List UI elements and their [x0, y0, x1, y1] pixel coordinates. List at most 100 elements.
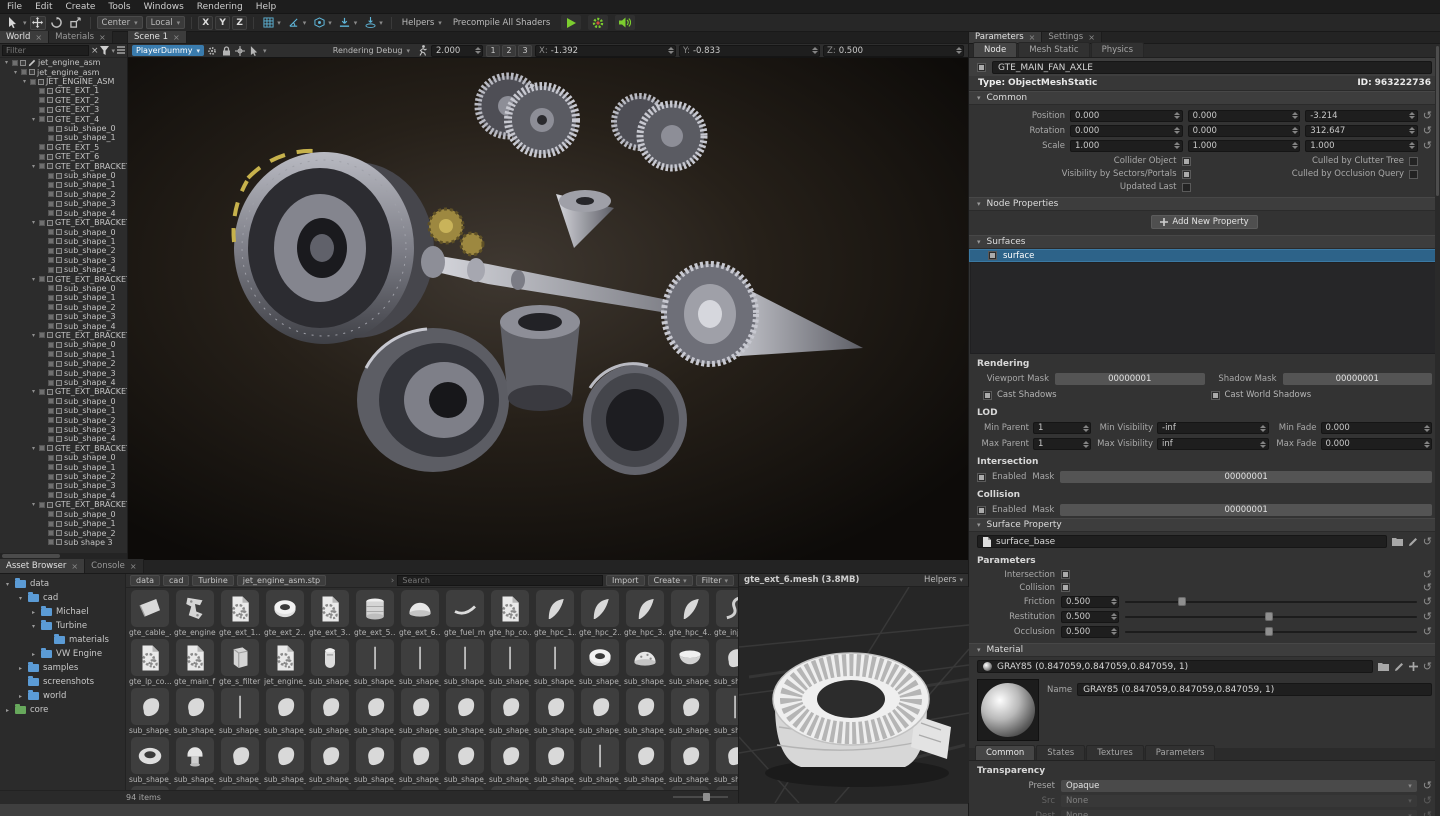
folder-item[interactable]: ▾cad: [0, 591, 125, 605]
viewport-mask-button[interactable]: 00000001: [1055, 373, 1205, 385]
section-node-properties[interactable]: ▾Node Properties: [969, 197, 1440, 211]
asset-browser-tab[interactable]: Console×: [85, 559, 143, 573]
asset-tile[interactable]: gte_injecto…: [714, 590, 738, 637]
vertex-snap-icon[interactable]: [311, 16, 327, 30]
node-enabled-icon[interactable]: [39, 163, 45, 169]
node-name-input[interactable]: GTE_MAIN_FAN_AXLE: [992, 61, 1432, 74]
tree-item[interactable]: sub_shape_3: [0, 199, 127, 208]
asset-tile[interactable]: gte_ext_1…: [219, 590, 261, 637]
node-enabled-icon[interactable]: [48, 248, 54, 254]
node-enabled-icon[interactable]: [39, 107, 45, 113]
node-enabled-icon[interactable]: [30, 79, 36, 85]
asset-thumbnail-cap-icon[interactable]: [176, 737, 214, 774]
node-enabled-icon[interactable]: [39, 97, 45, 103]
asset-tile[interactable]: sub_shape_…: [444, 737, 486, 784]
tree-item[interactable]: ▾GTE_EXT_BRACKET: [0, 161, 127, 170]
scene-tab[interactable]: Scene 1×: [128, 31, 187, 43]
asset-thumbnail-file-icon[interactable]: [221, 590, 259, 627]
material-subtab[interactable]: Textures: [1086, 745, 1144, 760]
surface-list-item[interactable]: surface: [969, 249, 1440, 262]
select-tool-button[interactable]: [4, 16, 20, 30]
slider-thumb[interactable]: [1178, 597, 1186, 606]
section-surface-property[interactable]: ▾Surface Property: [969, 518, 1440, 532]
tree-item[interactable]: sub_shape_1: [0, 462, 127, 471]
asset-thumbnail-blob-icon[interactable]: [311, 688, 349, 725]
tree-item[interactable]: ▾jet_engine_asm: [0, 67, 127, 76]
axis-toggle-button[interactable]: Y: [215, 16, 230, 30]
node-enabled-icon[interactable]: [48, 126, 54, 132]
slider-track[interactable]: [1125, 631, 1417, 633]
close-icon[interactable]: ×: [99, 33, 106, 42]
tree-item[interactable]: sub_shape_4: [0, 491, 127, 500]
asset-tile[interactable]: sub_shape_…: [669, 639, 711, 686]
transform-x-input[interactable]: 0.000: [1070, 110, 1183, 122]
transform-z-input[interactable]: 1.000: [1305, 140, 1418, 152]
viewport-canvas[interactable]: [128, 58, 968, 560]
node-enabled-icon[interactable]: [39, 154, 45, 160]
transform-y-input[interactable]: 0.000: [1188, 110, 1301, 122]
folder-expander-icon[interactable]: ▾: [17, 595, 24, 602]
grid-snap-caret[interactable]: ▾: [277, 19, 281, 27]
tree-item[interactable]: sub_shape_4: [0, 265, 127, 274]
asset-tile[interactable]: sub_shape_…: [399, 639, 441, 686]
tree-item[interactable]: GTE_EXT_1: [0, 86, 127, 95]
asset-tile[interactable]: gte_ext_6…: [399, 590, 441, 637]
tree-item[interactable]: sub_shape_0: [0, 284, 127, 293]
camera-coordinate-field[interactable]: Z:0.500: [823, 45, 964, 57]
folder-expander-icon[interactable]: ▸: [4, 707, 11, 714]
folder-expander-icon[interactable]: ▸: [17, 693, 24, 700]
node-enabled-icon[interactable]: [39, 389, 45, 395]
asset-tile[interactable]: sub_shape_…: [174, 688, 216, 735]
asset-tile[interactable]: gte_fuel_m…: [444, 590, 486, 637]
close-icon[interactable]: ×: [130, 562, 137, 571]
folder-item[interactable]: screenshots: [0, 675, 125, 689]
asset-tile[interactable]: gte_hpc_1…: [534, 590, 576, 637]
slider-thumb[interactable]: [1265, 612, 1273, 621]
slider-track[interactable]: [1125, 616, 1417, 618]
node-enabled-icon[interactable]: [48, 455, 54, 461]
asset-thumbnail-ring-icon[interactable]: [581, 639, 619, 676]
node-enabled-icon[interactable]: [48, 323, 54, 329]
asset-thumbnail-capsule-icon[interactable]: [311, 639, 349, 676]
camera-select[interactable]: PlayerDummy▾: [132, 45, 204, 56]
asset-thumbnail-blob-icon[interactable]: [356, 688, 394, 725]
asset-thumbnail-file-icon[interactable]: [491, 590, 529, 627]
breadcrumb-button[interactable]: cad: [163, 575, 189, 586]
node-enabled-icon[interactable]: [48, 182, 54, 188]
tree-expander-icon[interactable]: ▾: [30, 445, 37, 452]
reset-icon[interactable]: ↺: [1423, 583, 1432, 593]
tree-item[interactable]: GTE_EXT_6: [0, 152, 127, 161]
asset-thumbnail-line-icon[interactable]: [401, 639, 439, 676]
scale-tool-button[interactable]: [68, 16, 84, 30]
move-tool-button[interactable]: [30, 16, 46, 30]
asset-tile[interactable]: sub_shape_…: [354, 737, 396, 784]
tree-item[interactable]: sub_shape_1: [0, 180, 127, 189]
node-enabled-icon[interactable]: [48, 342, 54, 348]
transform-x-input[interactable]: 0.000: [1070, 125, 1183, 137]
tree-item[interactable]: sub_shape_1: [0, 519, 127, 528]
menu-item[interactable]: Tools: [108, 2, 130, 12]
asset-browser-tab[interactable]: Asset Browser×: [0, 559, 85, 573]
node-enabled-icon[interactable]: [48, 210, 54, 216]
asset-tile[interactable]: sub_shape_…: [624, 639, 666, 686]
node-enabled-icon[interactable]: [21, 69, 27, 75]
filter-dropdown[interactable]: Filter▾: [696, 575, 734, 586]
precompile-shaders-button[interactable]: Precompile All Shaders: [449, 16, 555, 29]
tree-expander-icon[interactable]: ▾: [30, 116, 37, 123]
camera-coordinate-field[interactable]: X:-1.392: [535, 45, 676, 57]
asset-tile[interactable]: gte_lp_co…: [129, 639, 171, 686]
render-settings-icon[interactable]: [588, 15, 608, 30]
node-enabled-icon[interactable]: [48, 464, 54, 470]
tree-item[interactable]: sub_shape_0: [0, 453, 127, 462]
node-enabled-icon[interactable]: [48, 492, 54, 498]
node-enabled-icon[interactable]: [39, 332, 45, 338]
material-subtab[interactable]: Parameters: [1145, 745, 1216, 760]
collision-enabled-checkbox[interactable]: [977, 506, 986, 515]
lod-visibility-input[interactable]: -inf: [1157, 422, 1269, 434]
node-enabled-icon[interactable]: [48, 530, 54, 536]
asset-thumbnail-line-icon[interactable]: [446, 639, 484, 676]
close-icon[interactable]: ×: [173, 33, 180, 42]
tree-item[interactable]: sub_shape_3: [0, 256, 127, 265]
checkbox[interactable]: [1061, 583, 1070, 592]
asset-tile[interactable]: sub_shape_…: [309, 688, 351, 735]
